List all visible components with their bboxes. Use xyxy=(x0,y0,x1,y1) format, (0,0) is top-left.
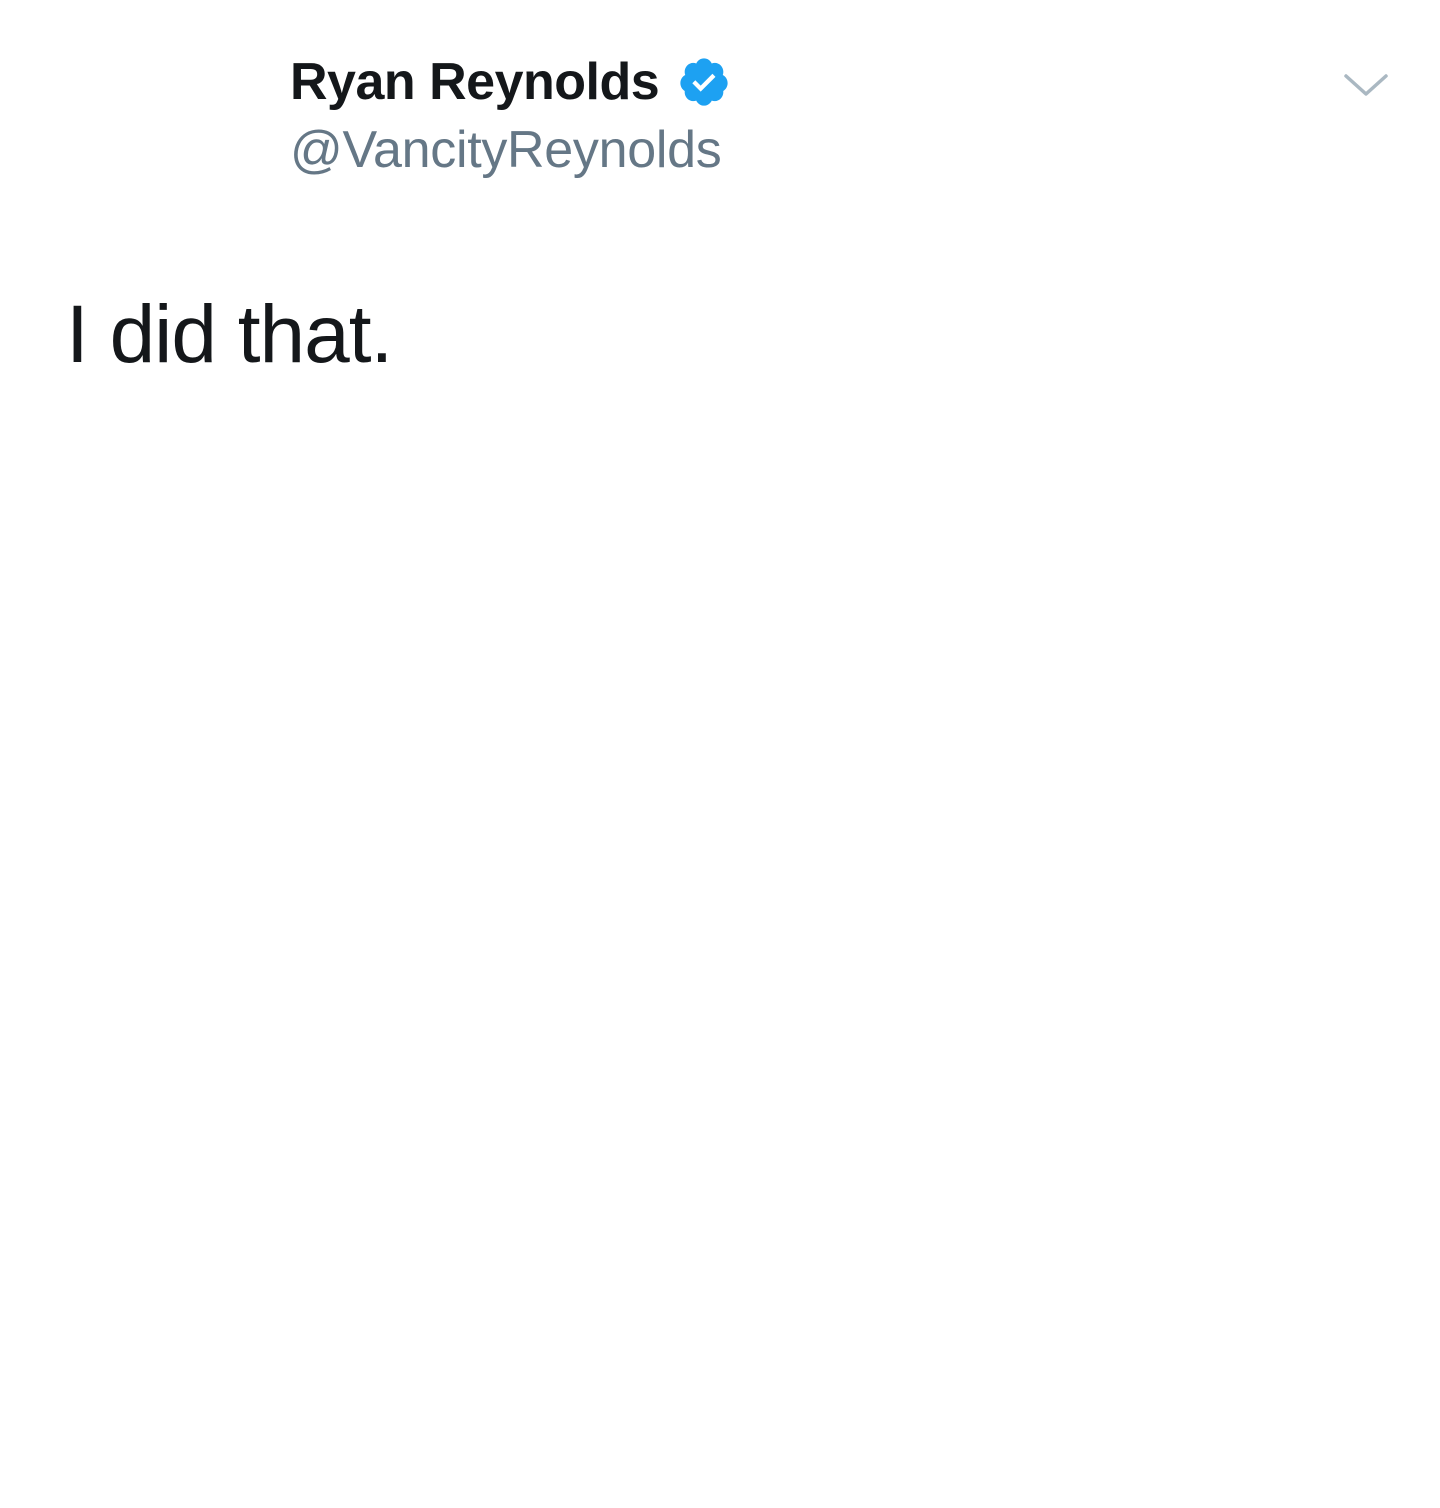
name-row: Ryan Reynolds xyxy=(290,48,731,116)
tweet-text: I did that. xyxy=(66,289,393,380)
chevron-down-icon[interactable] xyxy=(1340,66,1392,102)
tweet-header: Ryan Reynolds @VancityReynolds xyxy=(290,48,731,184)
verified-badge-icon xyxy=(677,55,731,109)
user-handle[interactable]: @VancityReynolds xyxy=(290,116,731,184)
display-name[interactable]: Ryan Reynolds xyxy=(290,48,660,116)
